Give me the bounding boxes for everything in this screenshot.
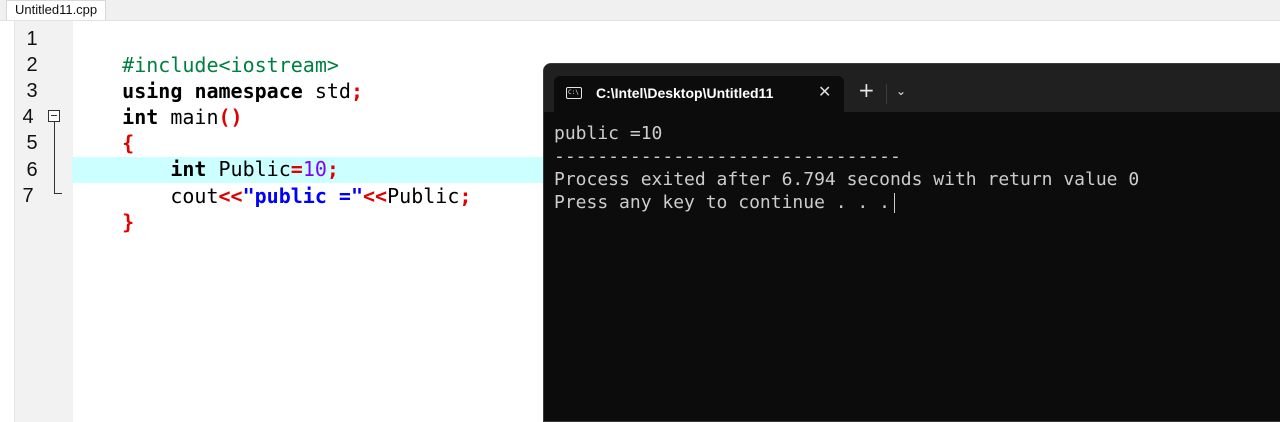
- new-tab-icon[interactable]: +: [858, 78, 875, 102]
- terminal-output[interactable]: public =10 -----------------------------…: [554, 122, 1139, 214]
- file-tab[interactable]: Untitled11.cpp: [6, 0, 107, 20]
- symbol: <<: [218, 184, 243, 208]
- output-line: Press any key to continue . . .: [554, 191, 1139, 214]
- identifier: std: [302, 79, 351, 103]
- line-number: 5: [26, 132, 38, 154]
- line-number: 1: [26, 28, 38, 50]
- tab-divider: [886, 84, 887, 104]
- code-line-5: int Public=10;: [74, 130, 339, 181]
- output-line: Process exited after 6.794 seconds with …: [554, 169, 1140, 190]
- code-line-1: #include<iostream>: [74, 26, 339, 77]
- identifier: cout: [122, 184, 219, 208]
- fold-collapse-icon[interactable]: [48, 110, 60, 122]
- line-number: 3: [26, 80, 38, 102]
- chevron-down-icon[interactable]: ⌄: [896, 84, 906, 98]
- identifier: main: [158, 105, 219, 129]
- line-number: 4: [22, 106, 34, 128]
- symbol: ;: [459, 184, 472, 208]
- terminal-tab-strip: C:\ C:\Intel\Desktop\Untitled11 ✕ + ⌄: [544, 64, 1280, 112]
- fold-guide-end: [54, 193, 62, 194]
- console-icon: C:\: [566, 87, 582, 99]
- output-line: public =10: [554, 123, 663, 144]
- symbol: ;: [350, 79, 364, 103]
- text-cursor: [893, 193, 895, 213]
- terminal-tab-title: C:\Intel\Desktop\Untitled11: [596, 85, 774, 101]
- output-text: Press any key to continue . . .: [554, 192, 890, 213]
- code-line-2: using namespace std;: [74, 52, 363, 103]
- terminal-tab[interactable]: C:\ C:\Intel\Desktop\Untitled11 ✕: [554, 76, 844, 112]
- identifier: Public: [387, 184, 460, 208]
- fold-guide: [54, 122, 55, 194]
- symbol: <<: [363, 184, 388, 208]
- string-literal: "public =": [242, 184, 364, 208]
- editor-tab-bar: Untitled11.cpp: [0, 0, 1280, 21]
- close-tab-icon[interactable]: ✕: [818, 82, 831, 101]
- line-number: 7: [22, 185, 34, 207]
- terminal-window[interactable]: C:\ C:\Intel\Desktop\Untitled11 ✕ + ⌄ pu…: [543, 63, 1280, 422]
- code-line-4: {: [74, 104, 134, 155]
- code-line-3: int main(): [74, 78, 242, 129]
- line-number: 2: [26, 54, 38, 76]
- symbol: }: [122, 210, 135, 234]
- code-line-6: cout<<"public ="<<Public;: [74, 157, 471, 208]
- output-separator: --------------------------------: [554, 146, 901, 167]
- symbol: (): [218, 105, 243, 129]
- code-line-7: }: [74, 183, 134, 234]
- line-number: 6: [26, 159, 38, 181]
